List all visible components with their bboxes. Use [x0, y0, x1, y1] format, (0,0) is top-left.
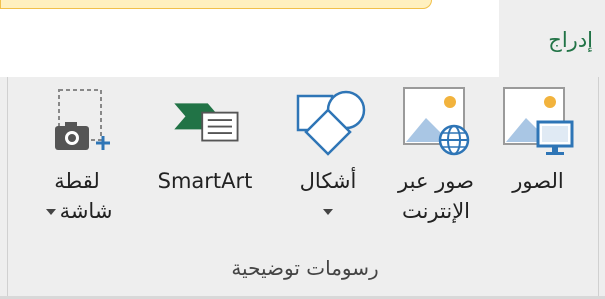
- online-pictures-label: صور عبر الإنترنت: [398, 166, 474, 226]
- picture-globe-icon: [396, 80, 476, 160]
- online-pictures-button[interactable]: صور عبر الإنترنت: [388, 80, 484, 255]
- pictures-button[interactable]: الصور: [490, 80, 586, 255]
- screenshot-camera-icon: [37, 80, 117, 160]
- screenshot-label-line1: لقطة: [54, 169, 100, 193]
- group-illustrations-label: رسومات توضيحية: [231, 256, 379, 280]
- shapes-label: أشكال: [299, 169, 357, 193]
- screenshot-label-line2: شاشة: [59, 199, 113, 223]
- ribbon-border-right: [598, 77, 599, 299]
- shapes-icon: [288, 80, 368, 160]
- smartart-button[interactable]: SmartArt: [140, 80, 270, 255]
- screenshot-label-area: لقطة شاشة: [42, 166, 113, 226]
- tab-insert-label: إدراج: [548, 28, 593, 52]
- screenshot-dropdown-caret-icon[interactable]: [45, 209, 56, 215]
- screenshot-button[interactable]: لقطة شاشة: [22, 80, 132, 255]
- ribbon-border-left: [7, 77, 8, 299]
- smartart-label: SmartArt: [157, 169, 253, 193]
- online-pictures-label-line1: صور عبر: [398, 169, 474, 193]
- tab-insert[interactable]: إدراج: [499, 0, 605, 77]
- top-banner-edge: [0, 0, 432, 9]
- shapes-button[interactable]: أشكال: [280, 80, 376, 255]
- shapes-dropdown-caret-icon[interactable]: [323, 209, 333, 215]
- online-pictures-label-line2: الإنترنت: [401, 199, 471, 223]
- picture-monitor-icon: [498, 80, 578, 160]
- smartart-icon: [165, 80, 245, 160]
- pictures-label: الصور: [512, 169, 564, 193]
- shapes-label-area: أشكال: [299, 166, 357, 226]
